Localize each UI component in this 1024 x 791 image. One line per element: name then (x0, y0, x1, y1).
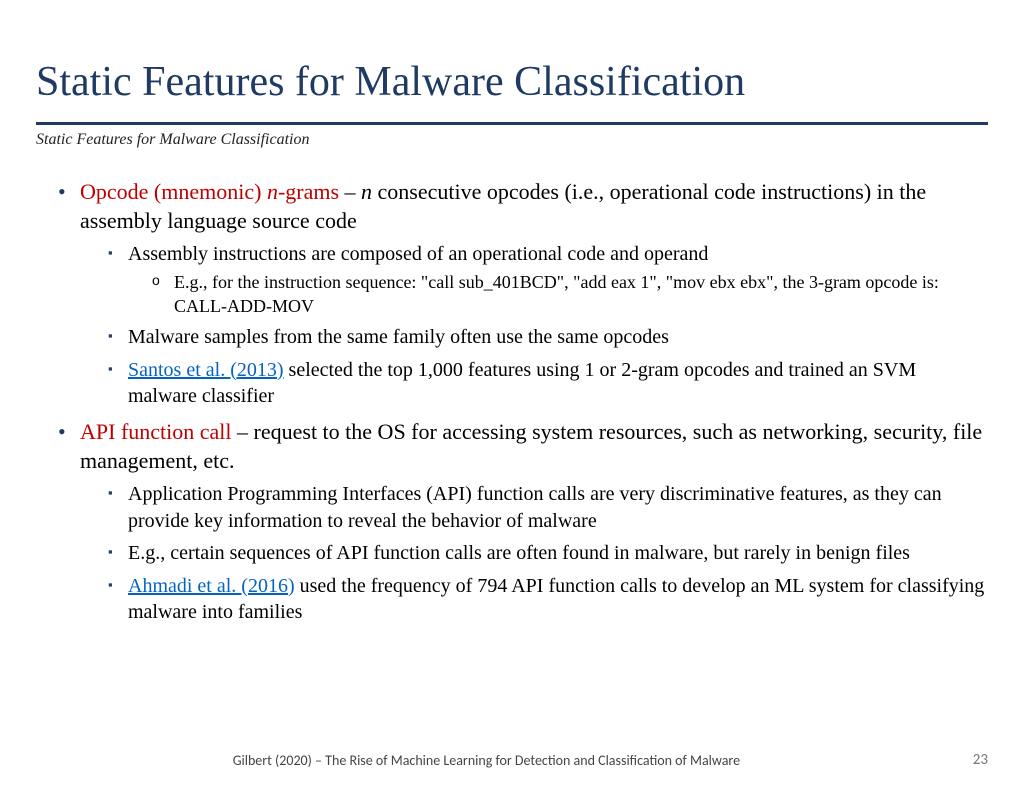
bullet-list: Opcode (mnemonic) n-grams – n consecutiv… (36, 177, 988, 625)
page-number: 23 (973, 751, 988, 769)
reference-link-santos[interactable]: Santos et al. (2013) (128, 359, 284, 381)
bullet-opcode: Opcode (mnemonic) n-grams – n consecutiv… (58, 177, 988, 409)
sub-item: E.g., certain sequences of API function … (108, 540, 988, 566)
subsub-item: E.g., for the instruction sequence: "cal… (152, 271, 988, 318)
subsub-list: E.g., for the instruction sequence: "cal… (128, 271, 988, 318)
sub-item: Malware samples from the same family oft… (108, 324, 988, 350)
title-rule (36, 122, 988, 125)
sub-item: Application Programming Interfaces (API)… (108, 481, 988, 534)
footer-citation: Gilbert (2020) – The Rise of Machine Lea… (0, 752, 973, 769)
sub-item: Santos et al. (2013) selected the top 1,… (108, 357, 988, 410)
slide-title: Static Features for Malware Classificati… (36, 58, 988, 106)
bullet-api: API function call – request to the OS fo… (58, 417, 988, 625)
bullet-lead: API function call (80, 419, 232, 444)
reference-link-ahmadi[interactable]: Ahmadi et al. (2016) (128, 575, 295, 597)
slide-footer: Gilbert (2020) – The Rise of Machine Lea… (0, 751, 1024, 769)
sub-item: Assembly instructions are composed of an… (108, 241, 988, 318)
bullet-lead: Opcode (mnemonic) n-grams (80, 179, 339, 204)
slide-subtitle: Static Features for Malware Classificati… (36, 131, 988, 149)
sub-list: Application Programming Interfaces (API)… (80, 481, 988, 625)
slide-body: Static Features for Malware Classificati… (0, 0, 1024, 625)
sub-list: Assembly instructions are composed of an… (80, 241, 988, 409)
sub-item: Ahmadi et al. (2016) used the frequency … (108, 573, 988, 626)
